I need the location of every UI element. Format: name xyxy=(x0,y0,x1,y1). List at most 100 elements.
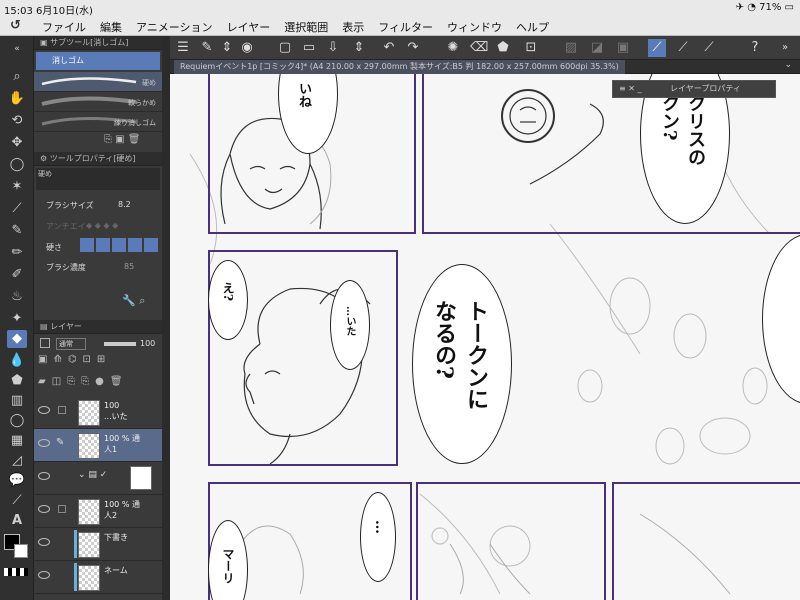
canvas[interactable]: いね クリスの クン? トークンに なるの? え? …いた … マーリ xyxy=(170,74,800,600)
transparent-color-icon[interactable] xyxy=(4,568,28,576)
menu-filter[interactable]: フィルター xyxy=(378,19,433,35)
document-tab[interactable]: Requiemイベント1p [コミック4]* (A4 210.00 x 297.… xyxy=(174,60,625,74)
decoration-icon[interactable]: ✦ xyxy=(7,310,27,328)
snap-grid-icon[interactable]: ⟋ xyxy=(700,39,718,57)
visibility-eye-icon[interactable] xyxy=(38,472,50,480)
menu-edit[interactable]: 編集 xyxy=(100,19,122,35)
opacity-slider[interactable] xyxy=(104,342,136,346)
loading-icon[interactable]: ✺ xyxy=(444,39,462,57)
layer-opacity-value[interactable]: 100 xyxy=(140,339,155,348)
open-icon[interactable]: ▭ xyxy=(300,39,318,57)
text-icon[interactable]: A xyxy=(7,512,27,530)
hardness-selector[interactable] xyxy=(80,238,158,252)
clear-icon[interactable]: ⌫ xyxy=(470,39,488,57)
layer-row[interactable]: 下書き xyxy=(34,528,162,561)
visibility-eye-icon[interactable] xyxy=(38,538,50,546)
menu-animation[interactable]: アニメーション xyxy=(136,19,213,35)
subtool-action-icons[interactable]: ⎘ ▣ 🗑 xyxy=(104,134,141,145)
selection-icon[interactable]: ▣ xyxy=(614,39,632,57)
visibility-eye-icon[interactable] xyxy=(38,439,50,447)
menu-window[interactable]: ウィンドウ xyxy=(447,19,502,35)
redo-icon[interactable]: ↷ xyxy=(404,39,422,57)
eyedropper-icon[interactable]: ⟋ xyxy=(7,200,27,218)
subtool-group-eraser[interactable]: 消しゴム xyxy=(36,52,160,70)
chevron-updown-icon[interactable]: ⇕ xyxy=(218,39,236,57)
fill-icon[interactable]: ⬟ xyxy=(494,39,512,57)
invert-selection-icon[interactable]: ◪ xyxy=(588,39,606,57)
brush-kneaded[interactable]: 練り消しゴム xyxy=(34,112,162,132)
panel-scrollbar[interactable] xyxy=(162,36,170,600)
line-correction-icon[interactable]: ⟋ xyxy=(7,492,27,510)
zoom-icon[interactable]: ⌕ xyxy=(7,68,27,86)
move-icon[interactable]: ✥ xyxy=(7,134,27,152)
brush-hard[interactable]: 硬め xyxy=(34,72,162,92)
layer-row[interactable]: ネーム xyxy=(34,561,162,594)
antialias-label: アンチエイ xyxy=(46,222,86,231)
save-icon[interactable]: ⇩ xyxy=(324,39,342,57)
brush-soft[interactable]: 軟らかめ xyxy=(34,92,162,112)
speech-balloon[interactable] xyxy=(360,492,396,582)
layer-thumbnail xyxy=(78,499,100,525)
menu-help[interactable]: ヘルプ xyxy=(516,19,549,35)
undo-icon[interactable]: ↶ xyxy=(380,39,398,57)
menu-selection[interactable]: 選択範囲 xyxy=(284,19,328,35)
close-icon[interactable]: ≡ ✕ _ xyxy=(619,84,642,93)
pencil-icon[interactable]: ✏ xyxy=(7,244,27,262)
layer-row-selected[interactable]: ✎ 100 % 通人1 xyxy=(34,429,162,462)
transform-icon[interactable]: ⊡ xyxy=(522,39,540,57)
layer-actions-row1[interactable]: ▣⟰⌬⊡⊞ xyxy=(38,354,111,365)
menu-icon[interactable]: ☰ xyxy=(174,39,192,57)
new-file-icon[interactable]: ▢ xyxy=(276,39,294,57)
menu-layer[interactable]: レイヤー xyxy=(227,19,271,35)
balloon-text-main1: クリスの クン? xyxy=(659,94,706,166)
ruler-icon[interactable]: ◿ xyxy=(7,452,27,470)
menu-file[interactable]: ファイル xyxy=(42,19,86,35)
rotate-icon[interactable]: ⟲ xyxy=(7,112,27,130)
sub-color-swatch[interactable] xyxy=(14,544,28,558)
fill-icon[interactable]: ⬟ xyxy=(7,372,27,390)
brush-icon[interactable]: ✐ xyxy=(7,266,27,284)
airbrush-icon[interactable]: ♨ xyxy=(7,288,27,306)
brush-density-value[interactable]: 85 xyxy=(124,262,134,271)
visibility-eye-icon[interactable] xyxy=(38,406,50,414)
lasso-icon[interactable]: ◯ xyxy=(7,156,27,174)
layer-row[interactable]: 100 ...いた xyxy=(34,396,162,429)
figure-icon[interactable]: ◯ xyxy=(7,412,27,430)
balloon-icon[interactable]: 💬 xyxy=(7,472,27,490)
expand-panel-icon[interactable]: » xyxy=(776,39,794,57)
chevron-updown-icon[interactable]: ⇕ xyxy=(350,39,368,57)
deselect-icon[interactable]: ▨ xyxy=(562,39,580,57)
layer-folder-row[interactable]: ⌄ ▤ ✓ xyxy=(34,462,162,495)
layer-blend-row: 通常 100 xyxy=(36,336,160,354)
layer-property-window[interactable]: ≡ ✕ _ レイヤープロパティ xyxy=(612,80,776,98)
layer-row[interactable]: 100 % 通人2 xyxy=(34,495,162,528)
visibility-eye-icon[interactable] xyxy=(38,571,50,579)
snap-ruler-icon[interactable]: ⟋ xyxy=(648,39,666,57)
magic-wand-icon[interactable]: ✶ xyxy=(7,178,27,196)
help-icon[interactable]: ? xyxy=(746,39,764,57)
layer-thumbnail xyxy=(78,400,100,426)
subtool-panel-header: ▣ サブツール[消しゴム] xyxy=(34,36,162,50)
menu-view[interactable]: 表示 xyxy=(342,19,364,35)
chevron-down-icon[interactable]: ⌄ xyxy=(784,60,792,70)
antialias-options[interactable]: ◆ ◆ ◆ ◆ xyxy=(86,221,118,230)
layer-actions-row2[interactable]: ▰◫⎘⎘●🗑 xyxy=(38,376,129,387)
layer-thumbnail xyxy=(78,433,100,459)
visibility-eye-icon[interactable] xyxy=(38,505,50,513)
brush-size-value[interactable]: 8.2 xyxy=(118,200,131,209)
hand-icon[interactable]: ✋ xyxy=(7,90,27,108)
property-tool-icons[interactable]: 🔧 ⌕ xyxy=(122,294,145,308)
balloon-text-main2: トークンに なるの? xyxy=(431,300,489,410)
frame-icon[interactable]: ▦ xyxy=(7,432,27,450)
blend-icon[interactable]: 💧 xyxy=(7,352,27,370)
document-tab-bar: Requiemイベント1p [コミック4]* (A4 210.00 x 297.… xyxy=(170,60,800,74)
gradient-icon[interactable]: ▥ xyxy=(7,392,27,410)
app-icon[interactable]: ◉ xyxy=(238,39,256,57)
collapse-icon[interactable]: « xyxy=(7,40,27,58)
app-logo-icon[interactable]: ↺ xyxy=(10,18,21,33)
edit-icon[interactable]: ✎ xyxy=(198,39,216,57)
eraser-icon[interactable]: ◆ xyxy=(7,330,27,348)
blend-mode-select[interactable]: 通常 xyxy=(56,338,86,350)
snap-special-ruler-icon[interactable]: ⟋ xyxy=(674,39,692,57)
pen-icon[interactable]: ✎ xyxy=(7,222,27,240)
